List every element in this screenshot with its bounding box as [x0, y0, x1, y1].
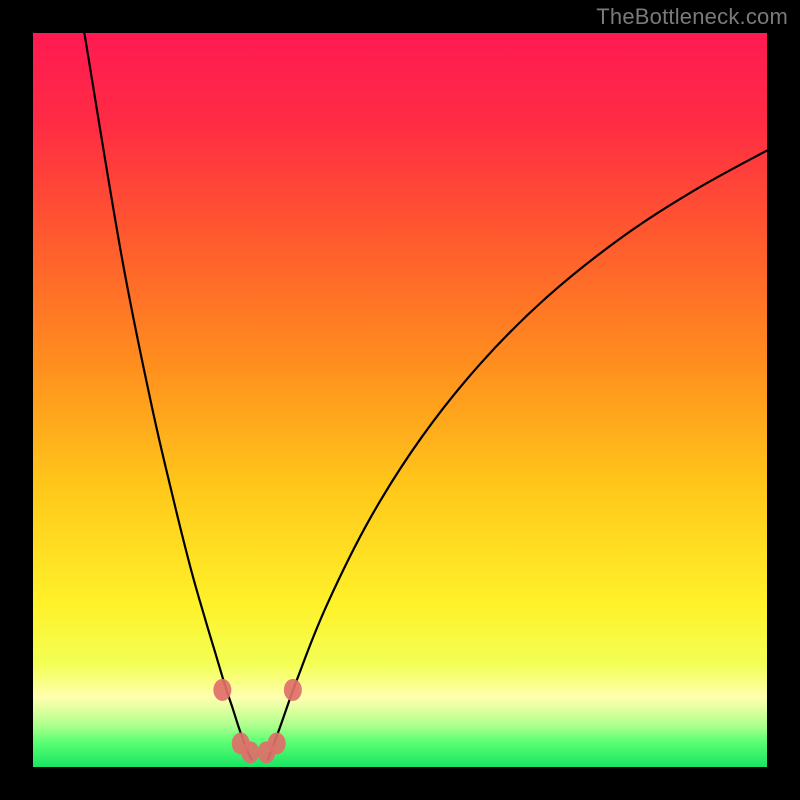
chart-plot-area	[33, 33, 767, 767]
curve-marker-5	[284, 679, 302, 701]
bottleneck-curve	[33, 33, 767, 767]
chart-frame: TheBottleneck.com	[0, 0, 800, 800]
curve-right-branch	[268, 150, 767, 759]
watermark-text: TheBottleneck.com	[596, 4, 788, 30]
curve-left-branch	[84, 33, 251, 760]
curve-marker-2	[241, 741, 259, 763]
curve-marker-4	[268, 733, 286, 755]
curve-marker-0	[213, 679, 231, 701]
